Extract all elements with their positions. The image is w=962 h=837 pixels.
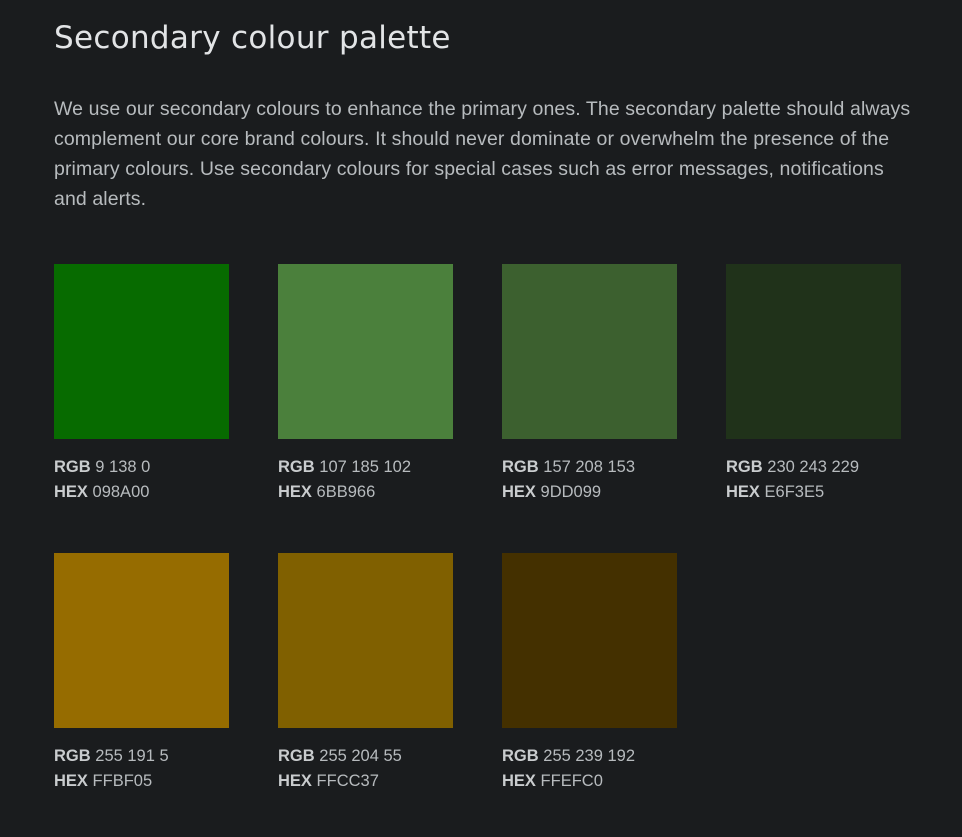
hex-label: HEX [726,483,760,501]
hex-value: 098A00 [92,483,150,501]
swatch-card: RGB 255 204 55 HEX FFCC37 [278,553,453,794]
rgb-value: 157 208 153 [543,458,636,476]
page-title: Secondary colour palette [54,20,451,56]
hex-value: FFBF05 [92,772,153,790]
rgb-line: RGB 9 138 0 [54,455,229,480]
swatch-card: RGB 107 185 102 HEX 6BB966 [278,264,453,505]
color-chip [278,553,453,728]
rgb-line: RGB 230 243 229 [726,455,901,480]
rgb-label: RGB [278,458,315,476]
swatch-card: RGB 230 243 229 HEX E6F3E5 [726,264,901,505]
rgb-line: RGB 157 208 153 [502,455,677,480]
hex-label: HEX [278,483,312,501]
swatch-values: RGB 9 138 0 HEX 098A00 [54,455,229,505]
hex-value: FFCC37 [316,772,379,790]
rgb-value: 230 243 229 [767,458,860,476]
swatch-values: RGB 255 191 5 HEX FFBF05 [54,744,229,794]
hex-label: HEX [502,772,536,790]
color-chip [54,264,229,439]
swatch-values: RGB 107 185 102 HEX 6BB966 [278,455,453,505]
hex-value: 9DD099 [540,483,602,501]
color-chip [278,264,453,439]
swatch-values: RGB 255 204 55 HEX FFCC37 [278,744,453,794]
hex-line: HEX E6F3E5 [726,480,901,505]
swatch-values: RGB 157 208 153 HEX 9DD099 [502,455,677,505]
swatch-values: RGB 230 243 229 HEX E6F3E5 [726,455,901,505]
hex-line: HEX FFCC37 [278,769,453,794]
color-chip [54,553,229,728]
rgb-label: RGB [502,458,539,476]
color-chip [502,553,677,728]
swatch-card: RGB 157 208 153 HEX 9DD099 [502,264,677,505]
hex-value: E6F3E5 [764,483,825,501]
rgb-label: RGB [54,458,91,476]
rgb-value: 107 185 102 [319,458,412,476]
hex-label: HEX [54,483,88,501]
rgb-line: RGB 255 239 192 [502,744,677,769]
hex-line: HEX FFBF05 [54,769,229,794]
rgb-line: RGB 107 185 102 [278,455,453,480]
hex-label: HEX [54,772,88,790]
hex-line: HEX 9DD099 [502,480,677,505]
color-chip [726,264,901,439]
hex-label: HEX [502,483,536,501]
rgb-value: 255 239 192 [543,747,636,765]
swatch-values: RGB 255 239 192 HEX FFEFC0 [502,744,677,794]
swatch-card: RGB 255 239 192 HEX FFEFC0 [502,553,677,794]
intro-paragraph: We use our secondary colours to enhance … [54,98,911,210]
hex-line: HEX 6BB966 [278,480,453,505]
rgb-label: RGB [54,747,91,765]
hex-line: HEX 098A00 [54,480,229,505]
rgb-label: RGB [502,747,539,765]
rgb-value: 9 138 0 [95,458,151,476]
rgb-value: 255 204 55 [319,747,402,765]
rgb-label: RGB [278,747,315,765]
swatch-card: RGB 9 138 0 HEX 098A00 [54,264,229,505]
rgb-label: RGB [726,458,763,476]
hex-value: 6BB966 [316,483,376,501]
hex-label: HEX [278,772,312,790]
hex-value: FFEFC0 [540,772,603,790]
rgb-line: RGB 255 204 55 [278,744,453,769]
rgb-value: 255 191 5 [95,747,169,765]
swatch-card: RGB 255 191 5 HEX FFBF05 [54,553,229,794]
rgb-line: RGB 255 191 5 [54,744,229,769]
hex-line: HEX FFEFC0 [502,769,677,794]
color-chip [502,264,677,439]
